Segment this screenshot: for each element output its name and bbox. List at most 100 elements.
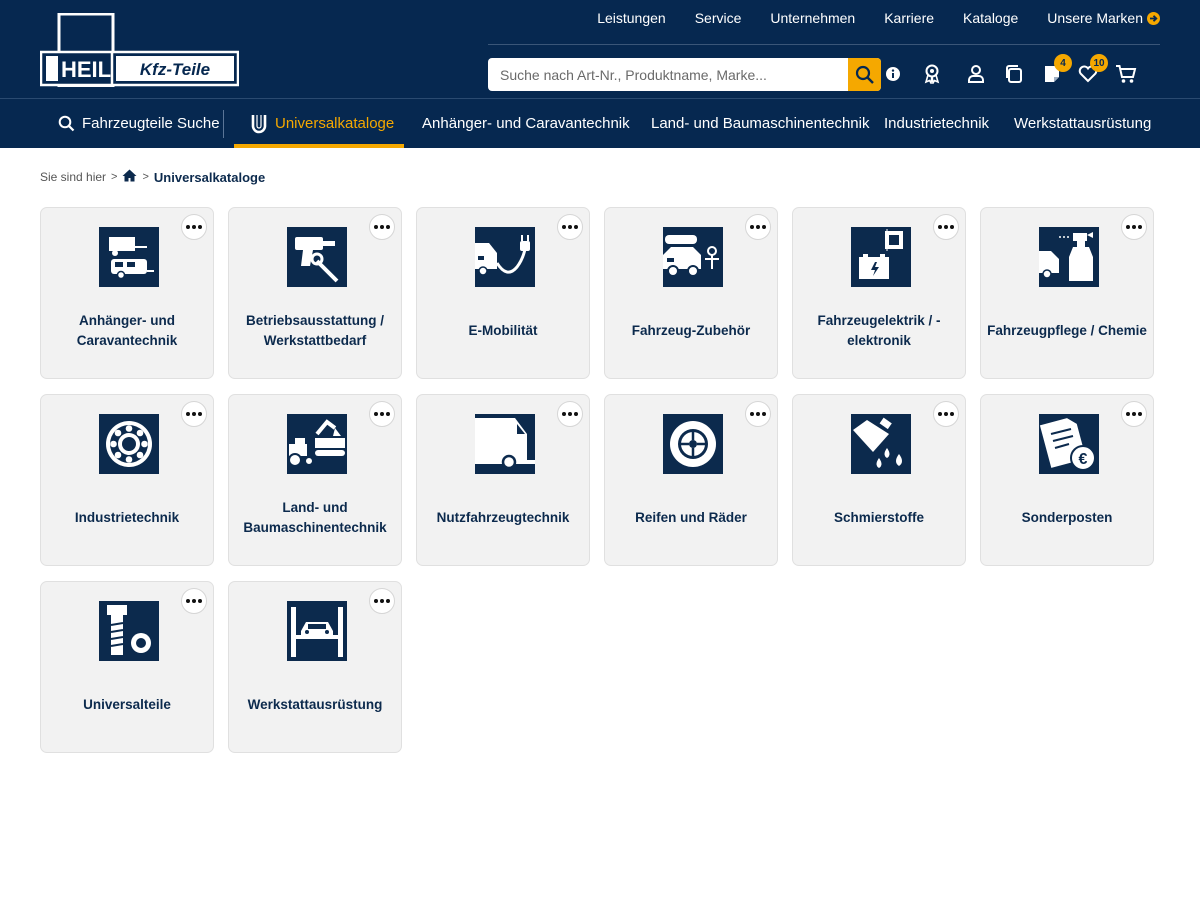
- arrow-right-circle-icon: [1147, 11, 1160, 25]
- trailer-caravan-icon: [99, 227, 159, 287]
- search-bar: [488, 58, 881, 91]
- car-lift-icon: [287, 601, 347, 661]
- category-card[interactable]: Nutzfahrzeugtechnik: [416, 394, 590, 566]
- topnav-unsere-marken-label: Unsere Marken: [1047, 10, 1143, 26]
- subnav-land-baumaschinentechnik[interactable]: Land- und Baumaschinentechnik: [651, 99, 869, 148]
- header-divider: [488, 44, 1160, 45]
- oil-can-drops-icon: [851, 414, 911, 474]
- category-label: E-Mobilität: [468, 323, 538, 338]
- home-icon[interactable]: [122, 169, 137, 185]
- subnav-fahrzeugteile-suche[interactable]: Fahrzeugteile Suche: [58, 99, 220, 148]
- battery-chip-icon: [851, 227, 911, 287]
- more-options-button[interactable]: [1121, 214, 1147, 240]
- shopping-cart-icon[interactable]: [1112, 60, 1140, 88]
- subnav-anhaenger-caravantechnik[interactable]: Anhänger- und Caravantechnik: [422, 99, 630, 148]
- category-card[interactable]: € Sonderposten: [980, 394, 1154, 566]
- subnav-universalkataloge-label: Universalkataloge: [275, 115, 395, 132]
- category-label: Reifen und Räder: [635, 510, 747, 525]
- topnav-kataloge[interactable]: Kataloge: [963, 10, 1018, 26]
- more-options-button[interactable]: [745, 401, 771, 427]
- electric-car-plug-icon: [475, 227, 535, 287]
- category-card[interactable]: Werkstattausrüstung: [228, 581, 402, 753]
- category-card[interactable]: Schmierstoffe: [792, 394, 966, 566]
- more-options-button[interactable]: [181, 401, 207, 427]
- more-options-button[interactable]: [181, 588, 207, 614]
- bolt-nut-icon: [99, 601, 159, 661]
- topnav-unsere-marken[interactable]: Unsere Marken: [1047, 10, 1160, 26]
- subnav-separator: [223, 110, 224, 138]
- category-label: Betriebsausstattung / Werkstattbedarf: [245, 313, 385, 348]
- more-options-button[interactable]: [933, 214, 959, 240]
- tire-wheel-icon: [663, 414, 723, 474]
- breadcrumb-current: Universalkataloge: [153, 169, 266, 185]
- compare-copy-icon[interactable]: [1000, 60, 1028, 88]
- top-navigation: Leistungen Service Unternehmen Karriere …: [568, 0, 1160, 36]
- category-label: Nutzfahrzeugtechnik: [436, 510, 570, 525]
- category-label: Anhänger- und Caravantechnik: [76, 313, 178, 348]
- category-card[interactable]: Industrietechnik: [40, 394, 214, 566]
- subnav-universalkataloge[interactable]: Universalkataloge: [251, 99, 394, 148]
- category-label: Land- und Baumaschinentechnik: [243, 500, 387, 535]
- more-options-button[interactable]: [181, 214, 207, 240]
- info-icon[interactable]: [879, 60, 907, 88]
- user-account-icon[interactable]: [962, 60, 990, 88]
- ball-bearing-icon: [99, 414, 159, 474]
- search-icon: [58, 115, 75, 132]
- document-euro-icon: €: [1039, 414, 1099, 474]
- category-card[interactable]: Betriebsausstattung / Werkstattbedarf: [228, 207, 402, 379]
- more-options-button[interactable]: [745, 214, 771, 240]
- breadcrumb-prefix: Sie sind hier: [40, 170, 107, 184]
- more-options-button[interactable]: [369, 588, 395, 614]
- category-card[interactable]: Fahrzeugpflege / Chemie: [980, 207, 1154, 379]
- category-navigation: Fahrzeugteile Suche Universalkataloge An…: [0, 99, 1200, 148]
- category-label: Fahrzeug-Zubehör: [631, 323, 751, 338]
- search-button[interactable]: [848, 58, 881, 91]
- notepad-icon[interactable]: 4: [1038, 54, 1072, 88]
- category-label: Werkstattausrüstung: [247, 697, 383, 712]
- u-catalog-icon: [251, 114, 267, 133]
- search-input[interactable]: [488, 58, 848, 91]
- category-label: Fahrzeugpflege / Chemie: [987, 323, 1147, 338]
- topnav-unternehmen[interactable]: Unternehmen: [770, 10, 855, 26]
- category-label: Schmierstoffe: [833, 510, 925, 525]
- category-label: Fahrzeugelektrik / -elektronik: [817, 313, 941, 348]
- tractor-excavator-icon: [287, 414, 347, 474]
- category-card[interactable]: Fahrzeug-Zubehör: [604, 207, 778, 379]
- heil-logo[interactable]: HEIL Kfz-Teile: [39, 12, 240, 88]
- topnav-karriere[interactable]: Karriere: [884, 10, 934, 26]
- drill-wrench-icon: [287, 227, 347, 287]
- active-tab-indicator: [234, 144, 404, 148]
- breadcrumb: Sie sind hier > > Universalkataloge: [40, 168, 265, 186]
- truck-icon: [475, 414, 535, 474]
- notepad-count-badge: 4: [1054, 54, 1072, 72]
- category-card[interactable]: Anhänger- und Caravantechnik: [40, 207, 214, 379]
- wishlist-count-badge: 10: [1090, 54, 1108, 72]
- logo-kfz-text: Kfz-Teile: [140, 60, 210, 79]
- more-options-button[interactable]: [933, 401, 959, 427]
- subnav-werkstattausruestung[interactable]: Werkstattausrüstung: [1014, 99, 1151, 148]
- car-spray-bottle-icon: [1039, 227, 1099, 287]
- category-label: Sonderposten: [1021, 510, 1113, 525]
- more-options-button[interactable]: [557, 401, 583, 427]
- more-options-button[interactable]: [369, 401, 395, 427]
- more-options-button[interactable]: [1121, 401, 1147, 427]
- category-label: Universalteile: [83, 697, 171, 712]
- subnav-industrietechnik[interactable]: Industrietechnik: [884, 99, 989, 148]
- category-card[interactable]: Fahrzeugelektrik / -elektronik: [792, 207, 966, 379]
- category-label: Industrietechnik: [74, 510, 180, 525]
- search-icon: [855, 65, 874, 84]
- award-badge-icon[interactable]: [918, 60, 946, 88]
- breadcrumb-separator: >: [111, 171, 118, 183]
- svg-text:€: €: [1079, 451, 1088, 468]
- category-card[interactable]: E-Mobilität: [416, 207, 590, 379]
- logo-heil-text: HEIL: [61, 57, 111, 82]
- topnav-leistungen[interactable]: Leistungen: [597, 10, 666, 26]
- more-options-button[interactable]: [557, 214, 583, 240]
- category-card[interactable]: Universalteile: [40, 581, 214, 753]
- subnav-fahrzeugteile-suche-label: Fahrzeugteile Suche: [82, 115, 220, 132]
- wishlist-heart-icon[interactable]: 10: [1074, 54, 1108, 88]
- category-card[interactable]: Reifen und Räder: [604, 394, 778, 566]
- more-options-button[interactable]: [369, 214, 395, 240]
- category-card[interactable]: Land- und Baumaschinentechnik: [228, 394, 402, 566]
- topnav-service[interactable]: Service: [695, 10, 742, 26]
